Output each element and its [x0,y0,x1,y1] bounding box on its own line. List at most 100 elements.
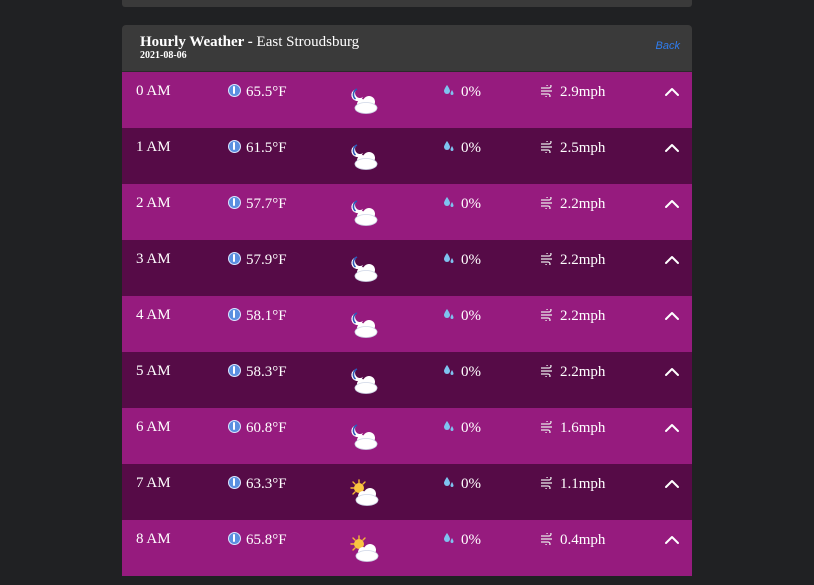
precipitation: 0% [443,196,481,213]
wind: 1.6mph [540,420,605,437]
hour-label: 2 AM [136,195,171,211]
hour-row[interactable]: 5 AM 58.3°F 0% 2.2mph [122,352,692,408]
condition-icon [348,86,382,116]
condition-icon [348,478,382,508]
temperature-value: 61.5°F [246,140,287,156]
chevron-up-icon[interactable] [664,142,680,154]
moon-cloud-icon [351,256,378,282]
moon-cloud-icon [351,312,378,338]
raindrop-icon [444,140,454,151]
hour-row[interactable]: 2 AM 57.7°F 0% 2.2mph [122,184,692,240]
wind-icon [541,476,552,489]
thermometer-icon [228,308,241,321]
back-link[interactable]: Back [656,40,680,52]
precipitation: 0% [443,420,481,437]
chevron-up-icon[interactable] [664,534,680,546]
precipitation-value: 0% [461,476,481,492]
raindrop-icon [444,420,454,431]
hour-label: 3 AM [136,251,171,267]
panel-header: Hourly Weather - East Stroudsburg 2021-0… [122,25,692,72]
temperature-value: 58.3°F [246,364,287,380]
title-separator: - [244,34,257,50]
chevron-up-icon[interactable] [664,86,680,98]
location-name: East Stroudsburg [256,34,360,50]
hour-row[interactable]: 6 AM 60.8°F 0% 1.6mph [122,408,692,464]
wind: 2.9mph [540,84,605,101]
chevron-up-icon[interactable] [664,422,680,434]
thermometer-icon [228,84,241,97]
wind-icon [541,420,552,433]
raindrop-icon [444,84,454,95]
wind: 2.2mph [540,308,605,325]
hour-label: 5 AM [136,363,171,379]
moon-cloud-icon [351,200,378,226]
temperature: 63.3°F [228,476,287,493]
precipitation: 0% [443,532,481,549]
hour-label: 4 AM [136,307,171,323]
raindrop-icon [444,308,454,319]
temperature: 65.5°F [228,84,287,101]
temperature: 57.7°F [228,196,287,213]
chevron-up-icon[interactable] [664,366,680,378]
raindrop-icon [444,364,454,375]
hour-label: 6 AM [136,419,171,435]
precipitation: 0% [443,308,481,325]
thermometer-icon [228,140,241,153]
temperature-value: 57.7°F [246,196,287,212]
hourly-rows: 0 AM 65.5°F 0% 2.9mph 1 AM 61.5°F 0% 2.5… [122,72,692,576]
temperature-value: 57.9°F [246,252,287,268]
chevron-up-icon[interactable] [664,254,680,266]
wind-value: 0.4mph [560,532,606,548]
wind-icon [541,196,552,209]
condition-icon [348,142,382,172]
wind-value: 2.9mph [560,84,606,100]
hour-label: 8 AM [136,531,171,547]
condition-icon [348,422,382,452]
precipitation: 0% [443,140,481,157]
temperature: 58.1°F [228,308,287,325]
thermometer-icon [228,196,241,209]
chevron-up-icon[interactable] [664,198,680,210]
wind-value: 2.2mph [560,196,606,212]
previous-card [122,0,692,7]
hour-row[interactable]: 3 AM 57.9°F 0% 2.2mph [122,240,692,296]
title-text: Hourly Weather [140,34,245,50]
wind-value: 2.5mph [560,140,606,156]
hour-row[interactable]: 8 AM 65.8°F 0% 0.4mph [122,520,692,576]
hour-row[interactable]: 1 AM 61.5°F 0% 2.5mph [122,128,692,184]
precipitation: 0% [443,364,481,381]
wind-icon [541,84,552,97]
wind: 2.2mph [540,364,605,381]
wind-icon [541,532,552,545]
wind-value: 2.2mph [560,308,606,324]
precipitation-value: 0% [461,84,481,100]
precipitation-value: 0% [461,140,481,156]
condition-icon [348,310,382,340]
raindrop-icon [444,476,454,487]
chevron-up-icon[interactable] [664,478,680,490]
thermometer-icon [228,364,241,377]
precipitation: 0% [443,84,481,101]
temperature: 57.9°F [228,252,287,269]
hour-row[interactable]: 7 AM 63.3°F 0% 1.1mph [122,464,692,520]
sun-cloud-icon [350,479,379,506]
raindrop-icon [444,252,454,263]
moon-cloud-icon [351,368,378,394]
hour-label: 0 AM [136,83,171,99]
hour-row[interactable]: 4 AM 58.1°F 0% 2.2mph [122,296,692,352]
temperature: 65.8°F [228,532,287,549]
hour-label: 1 AM [136,139,171,155]
wind-icon [541,308,552,321]
hour-row[interactable]: 0 AM 65.5°F 0% 2.9mph [122,72,692,128]
condition-icon [348,366,382,396]
thermometer-icon [228,252,241,265]
wind: 1.1mph [540,476,605,493]
temperature-value: 60.8°F [246,420,287,436]
condition-icon [348,534,382,564]
thermometer-icon [228,476,241,489]
chevron-up-icon[interactable] [664,310,680,322]
wind-value: 2.2mph [560,364,606,380]
precipitation-value: 0% [461,420,481,436]
temperature: 58.3°F [228,364,287,381]
wind-value: 2.2mph [560,252,606,268]
